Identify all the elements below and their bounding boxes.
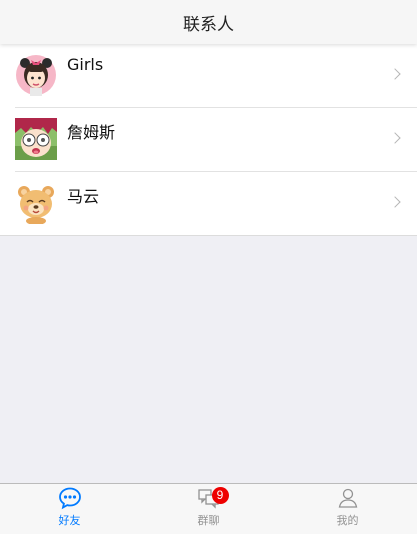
contact-name: Girls xyxy=(67,55,104,74)
nav-bar: 联系人 xyxy=(0,0,417,44)
chat-bubble-icon xyxy=(58,487,81,510)
contact-row-girls[interactable]: Girls xyxy=(15,44,417,108)
chevron-right-icon xyxy=(389,68,401,80)
tab-label: 好友 xyxy=(58,514,81,527)
tab-friends[interactable]: 好友 xyxy=(0,484,139,534)
chevron-right-icon xyxy=(389,132,401,144)
tab-label: 我的 xyxy=(336,514,359,527)
tab-group-chat[interactable]: 9 群聊 xyxy=(139,484,278,534)
contact-name: 马云 xyxy=(67,187,100,206)
anime-boy-avatar-icon xyxy=(15,118,57,160)
person-icon xyxy=(338,488,357,508)
chevron-right-icon xyxy=(389,196,401,208)
tab-bar: 好友 9 群聊 我的 xyxy=(0,483,417,534)
contact-name: 詹姆斯 xyxy=(67,123,116,142)
page-title: 联系人 xyxy=(183,14,234,35)
contact-row-mayun[interactable]: 马云 xyxy=(15,172,417,235)
tab-me[interactable]: 我的 xyxy=(278,484,417,534)
girl-avatar-icon xyxy=(15,54,57,96)
contact-list: Girls 詹姆斯 马云 xyxy=(0,44,417,236)
bear-avatar-icon xyxy=(15,182,57,224)
contact-row-james[interactable]: 詹姆斯 xyxy=(15,108,417,172)
unread-badge: 9 xyxy=(211,487,229,504)
tab-label: 群聊 xyxy=(197,514,220,527)
